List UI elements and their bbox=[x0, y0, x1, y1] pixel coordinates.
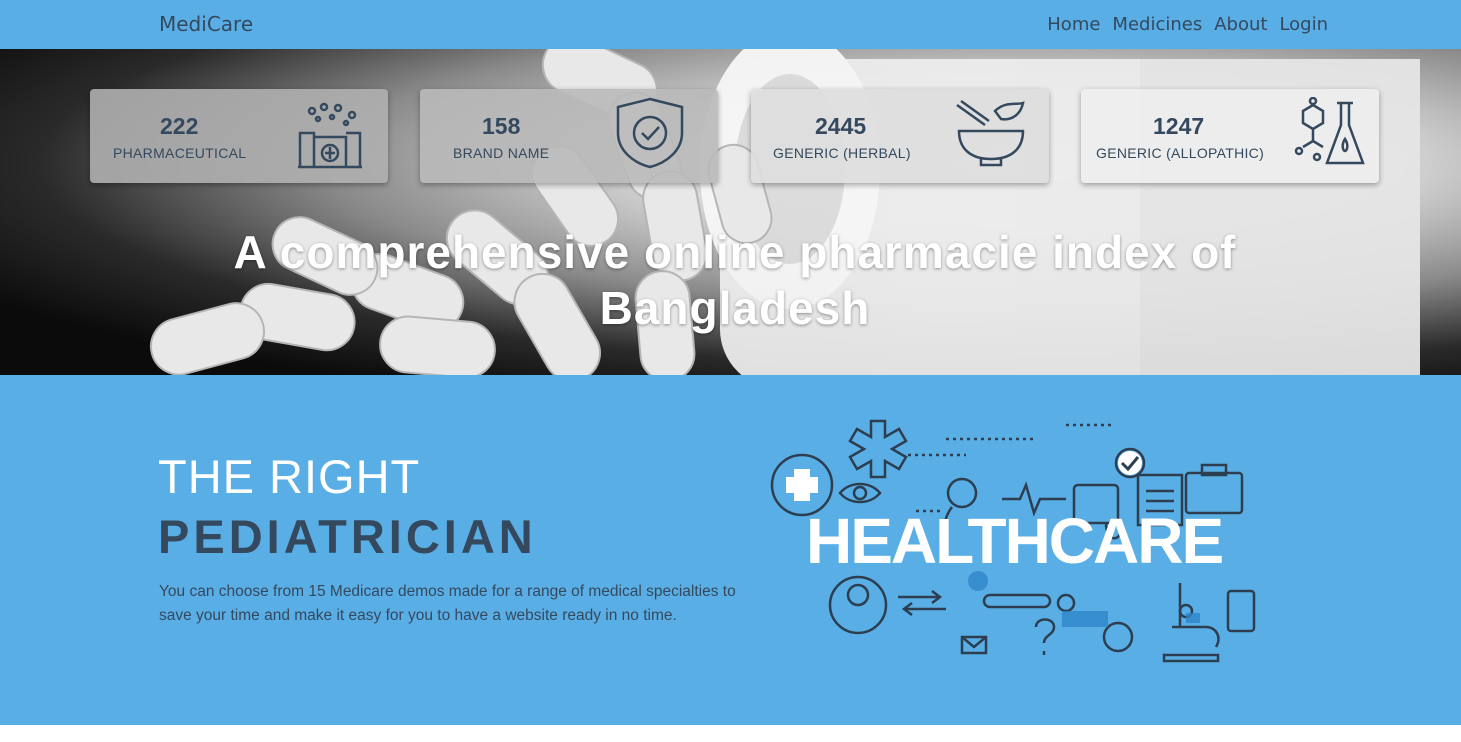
nav-link-about[interactable]: About bbox=[1214, 14, 1267, 35]
hero-title: A comprehensive online pharmacie index o… bbox=[233, 226, 1237, 334]
feature-description: You can choose from 15 Medicare demos ma… bbox=[159, 583, 736, 624]
healthcare-illustration: HEALTHCARE bbox=[770, 419, 1256, 663]
stat-label: GENERIC (ALLOPATHIC) bbox=[1096, 145, 1265, 161]
nav-links: Home Medicines About Login bbox=[1047, 14, 1328, 35]
feature-heading-line2: PEDIATRICIAN bbox=[158, 510, 537, 563]
stat-label: PHARMACEUTICAL bbox=[113, 145, 247, 161]
mortar-pestle-icon bbox=[956, 99, 1025, 167]
stat-card-pharmaceutical[interactable]: 222 PHARMACEUTICAL bbox=[90, 89, 388, 183]
molecule-flask-icon bbox=[1294, 97, 1365, 165]
stat-card-brand-name[interactable]: 158 BRAND NAME bbox=[420, 89, 718, 183]
stat-card-generic-herbal[interactable]: 2445 GENERIC (HERBAL) bbox=[751, 89, 1049, 183]
stat-value: 2445 bbox=[815, 113, 867, 139]
nav-link-home[interactable]: Home bbox=[1047, 14, 1100, 35]
stat-label: BRAND NAME bbox=[453, 145, 550, 161]
feature-heading-line1: THE RIGHT bbox=[158, 450, 421, 503]
factory-icon bbox=[298, 102, 362, 169]
stat-value: 222 bbox=[160, 113, 199, 139]
healthcare-image-text: HEALTHCARE bbox=[806, 505, 1222, 577]
feature-section: THE RIGHT PEDIATRICIAN You can choose fr… bbox=[0, 375, 1461, 725]
brand-logo[interactable]: MediCare bbox=[159, 12, 253, 36]
nav-link-login[interactable]: Login bbox=[1279, 14, 1328, 35]
shield-check-icon bbox=[616, 97, 684, 169]
stat-value: 158 bbox=[482, 113, 521, 139]
stat-value: 1247 bbox=[1153, 113, 1205, 139]
stat-label: GENERIC (HERBAL) bbox=[773, 145, 911, 161]
hero-banner: 222 PHARMACEUTICAL 158 BRAND NAME 2445 G… bbox=[0, 49, 1461, 375]
navbar: MediCare Home Medicines About Login bbox=[0, 0, 1461, 49]
stat-card-generic-allopathic[interactable]: 1247 GENERIC (ALLOPATHIC) bbox=[1081, 89, 1379, 183]
nav-link-medicines[interactable]: Medicines bbox=[1112, 14, 1202, 35]
